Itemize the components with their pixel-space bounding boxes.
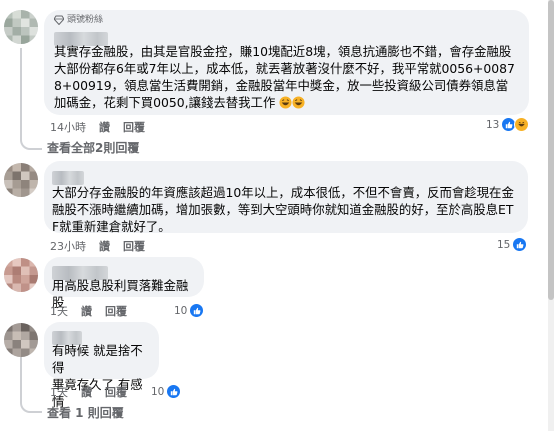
- haha-emoji-icon: [275, 95, 305, 110]
- avatar[interactable]: [4, 258, 38, 292]
- comments-panel: 頭號粉絲 其實存金融股，由其是官股金控，賺10塊配近8塊，領息抗通膨也不錯，會存…: [0, 0, 554, 431]
- commenter-name[interactable]: [54, 28, 519, 46]
- comment-bubble: 有時候 就是捨不得 畢竟存久了 有感情: [44, 322, 159, 409]
- reaction-summary[interactable]: 10: [151, 384, 182, 399]
- reaction-count: 10: [151, 385, 165, 398]
- comment-time[interactable]: 14小時: [50, 119, 86, 135]
- like-reaction-icon: [189, 303, 205, 318]
- scrollbar-track[interactable]: [548, 0, 554, 431]
- commenter-name[interactable]: [52, 262, 194, 280]
- like-reaction-icon: [166, 384, 182, 399]
- reaction-summary[interactable]: 15: [497, 237, 528, 252]
- comment-actions: 1天 讚 回覆: [50, 303, 127, 319]
- comment-actions: 14小時 讚 回覆: [50, 119, 145, 135]
- comment-time[interactable]: 1天: [50, 303, 68, 319]
- reaction-count: 13: [486, 118, 500, 131]
- haha-reaction-icon: [514, 117, 530, 132]
- like-reaction-icon: [512, 237, 528, 252]
- comment-time[interactable]: 23小時: [50, 238, 86, 254]
- comment-text: 大部分存金融股的年資應該超過10年以上，成本很低，不但不會賣，反而會趁現在金融股…: [52, 185, 514, 234]
- thread-connector: [20, 392, 42, 413]
- avatar[interactable]: [4, 10, 38, 44]
- reply-button[interactable]: 回覆: [105, 384, 127, 400]
- thread-line: [20, 355, 22, 393]
- reaction-summary[interactable]: 10: [174, 303, 205, 318]
- comment-bubble: 用高股息股利買落難金融股: [44, 257, 204, 310]
- comment-text: 其實存金融股，由其是官股金控，賺10塊配近8塊，領息抗通膨也不錯，會存金融股大部…: [54, 44, 515, 110]
- reply-button[interactable]: 回覆: [105, 303, 127, 319]
- view-replies-link[interactable]: 查看 1 則回覆: [47, 404, 124, 421]
- comment-actions: 1天 讚 回覆: [50, 384, 127, 400]
- diamond-icon: [54, 15, 64, 25]
- like-button[interactable]: 讚: [99, 238, 110, 254]
- comment-time[interactable]: 1天: [50, 384, 68, 400]
- like-button[interactable]: 讚: [99, 119, 110, 135]
- reply-button[interactable]: 回覆: [123, 119, 145, 135]
- reaction-summary[interactable]: 13: [486, 117, 530, 132]
- avatar[interactable]: [4, 323, 38, 357]
- thread-connector: [20, 128, 42, 150]
- commenter-name[interactable]: [52, 327, 151, 345]
- like-button[interactable]: 讚: [81, 384, 92, 400]
- reply-button[interactable]: 回覆: [123, 238, 145, 254]
- badge-label: 頭號粉絲: [67, 15, 104, 25]
- view-replies-link[interactable]: 查看全部2則回覆: [47, 139, 139, 156]
- avatar[interactable]: [4, 163, 38, 197]
- commenter-name[interactable]: [52, 167, 518, 185]
- reaction-count: 10: [174, 304, 188, 317]
- scrollbar-thumb[interactable]: [548, 0, 554, 300]
- thread-line: [20, 48, 22, 132]
- reaction-count: 15: [497, 238, 511, 251]
- like-button[interactable]: 讚: [81, 303, 92, 319]
- top-fan-badge: 頭號粉絲: [54, 14, 519, 26]
- comment-bubble: 大部分存金融股的年資應該超過10年以上，成本很低，不但不會賣，反而會趁現在金融股…: [44, 161, 528, 234]
- comment-bubble: 頭號粉絲 其實存金融股，由其是官股金控，賺10塊配近8塊，領息抗通膨也不錯，會存…: [44, 10, 529, 115]
- comment-actions: 23小時 讚 回覆: [50, 238, 145, 254]
